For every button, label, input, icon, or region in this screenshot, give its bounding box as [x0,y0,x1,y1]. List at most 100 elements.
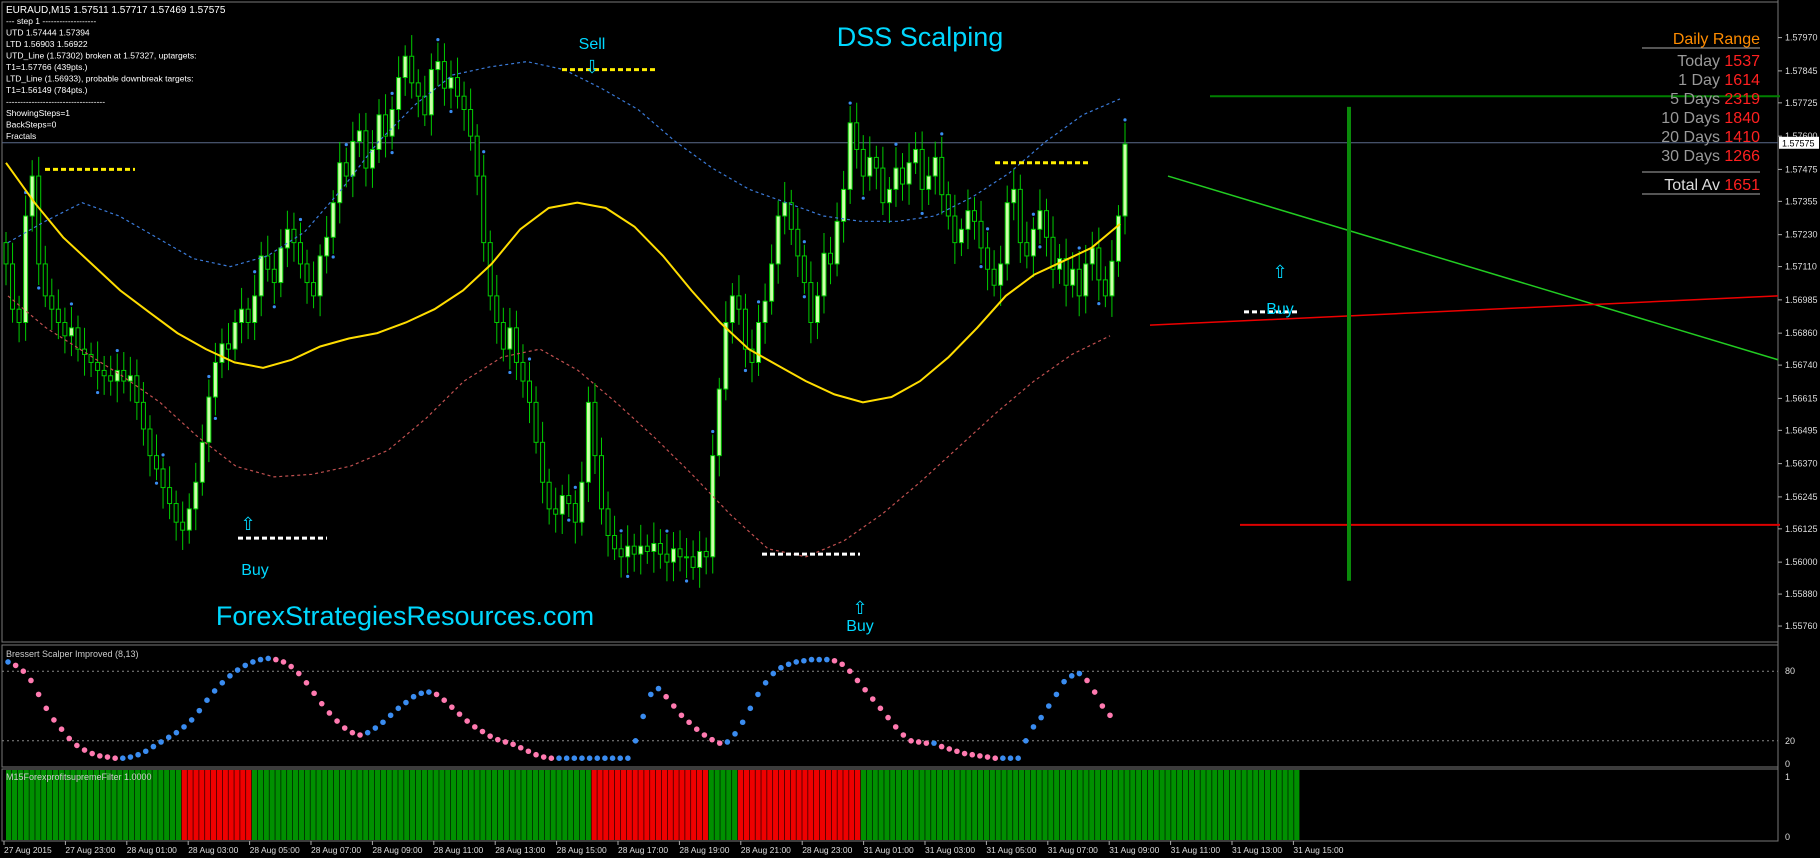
candle-body [304,263,310,284]
oscillator-dot [410,693,417,700]
filter-bar [328,770,334,840]
oscillator-dot [1076,670,1083,677]
candle-body [500,322,506,350]
fractal-dot [920,211,924,216]
oscillator-dot [303,680,310,686]
oscillator-dot [663,693,669,700]
filter-bar [1130,770,1136,840]
oscillator-dot [364,729,371,736]
filter-bar [1264,770,1271,840]
filter-bar [860,770,867,840]
candle-body [657,542,663,555]
filter-bar [884,770,890,840]
filter-bar [1159,770,1165,840]
candle-body [742,308,748,350]
candle-body [487,242,493,297]
info-line: UTD_Line (1.57302) broken at 1.57327, up… [6,51,196,61]
filter-title: M15ForexprofitsupremeFilter 1.0000 [6,772,152,782]
fractal-dot [213,416,218,421]
fractal-dot [390,91,394,96]
filter-bar [1165,770,1171,840]
candle-body [847,122,853,190]
filter-bar [913,770,919,840]
filter-bar [995,770,1001,840]
fractal-dot [802,295,806,299]
fractal-dot [436,38,440,42]
oscillator-dot [1007,755,1014,761]
candle-body [1102,279,1108,297]
filter-bar [644,770,650,840]
filter-bar [1083,770,1089,840]
oscillator-dot [648,691,654,698]
price-tick-label: 1.57110 [1785,262,1817,272]
candle-body [1076,268,1082,297]
oscillator-dot [1045,703,1052,709]
price-tick-label: 1.56000 [1785,557,1818,567]
fractal-dot [449,109,453,114]
fractal-dot [37,286,41,290]
price-tick-label: 1.55880 [1785,589,1818,599]
filter-bar [667,770,673,840]
time-tick-label: 28 Aug 07:00 [311,845,361,855]
oscillator-dot [119,755,126,761]
candle-body [1011,188,1017,204]
oscillator-dot [839,661,845,668]
filter-bar [767,770,773,840]
oscillator-dot [472,724,478,730]
candle-body [533,401,539,443]
chart-background [0,0,1820,858]
fractal-dot [985,227,990,231]
candle-body [906,162,912,185]
candle-body [873,156,879,169]
candle-body [971,210,977,222]
oscillator-dot [961,750,968,757]
filter-bar [1013,770,1019,840]
filter-bar [480,770,486,840]
filter-bar [720,770,726,840]
oscillator-dot [1023,738,1029,744]
filter-bar [152,770,158,840]
candle-body [1096,247,1102,281]
oscillator-dot [296,670,302,677]
candle-body [42,263,48,297]
oscillator-dot [20,668,27,674]
time-tick-label: 28 Aug 11:00 [434,845,484,855]
fractal-dot [115,348,119,353]
filter-bar [1276,770,1282,840]
fractal-dot [344,143,348,147]
oscillator-dot [456,711,463,717]
buy-label-1: Buy [241,562,269,579]
oscillator-dot [35,691,42,698]
filter-bar [685,770,691,840]
filter-bar [1018,770,1025,840]
oscillator-dot [5,659,11,665]
time-tick-label: 28 Aug 21:00 [741,845,791,855]
filter-bar [1042,770,1048,840]
candle-body [265,255,271,270]
filter-bar [427,770,433,840]
oscillator-dot [104,754,111,760]
candle-body [278,247,284,284]
candle-body [206,396,212,443]
filter-bar [257,770,264,840]
oscillator-dot [165,734,172,741]
daily-range-row: 30 Days 1266 [1661,148,1760,165]
filter-bar [737,770,744,840]
filter-bar [532,770,539,840]
oscillator-dot [724,739,731,745]
filter-bar [1247,770,1253,840]
filter-bar [831,770,837,840]
filter-bar [1153,770,1159,840]
time-tick-label: 28 Aug 15:00 [557,845,607,855]
oscillator-dot [594,755,601,761]
filter-bar [164,770,170,840]
oscillator-dot [74,742,80,749]
candle-body [540,441,546,483]
oscillator-dot [755,691,761,698]
filter-bar [1229,770,1235,840]
candle-body [330,202,336,238]
filter-bar [1036,770,1042,840]
candle-body [527,380,533,403]
filter-bar [732,770,738,840]
filter-bar [474,770,480,840]
